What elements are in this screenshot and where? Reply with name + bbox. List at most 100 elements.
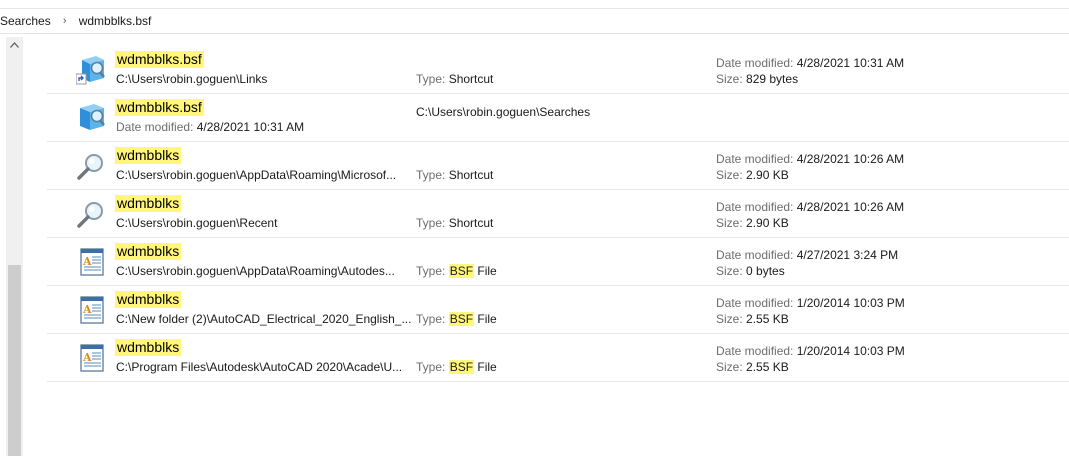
list-item[interactable]: wdmbblks C:\Users\robin.goguen\AppData\R…	[47, 142, 1069, 190]
search-results-list: wdmbblks.bsf C:\Users\robin.goguen\Links…	[47, 46, 1069, 382]
vertical-scrollbar[interactable]	[6, 37, 23, 456]
item-type: Type: BSF File	[416, 264, 497, 278]
item-date-modified: Date modified: 4/28/2021 10:31 AM	[116, 120, 304, 134]
type-value: Shortcut	[448, 72, 494, 86]
svg-text:A: A	[82, 255, 92, 268]
item-type: Type: Shortcut	[416, 216, 493, 230]
item-type: Type: BSF File	[416, 360, 497, 374]
size-label: Size:	[716, 360, 743, 374]
list-item[interactable]: A wdmbblks C:\Program Files\Autodesk\Aut…	[47, 334, 1069, 382]
size-label: Size:	[716, 168, 743, 182]
saved-search-icon	[76, 102, 108, 134]
date-value: 4/28/2021 10:31 AM	[796, 56, 905, 70]
list-item[interactable]: wdmbblks.bsf C:\Users\robin.goguen\Links…	[47, 46, 1069, 94]
list-item[interactable]: wdmbblks.bsf Date modified: 4/28/2021 10…	[47, 94, 1069, 142]
item-size: Size: 0 bytes	[716, 264, 785, 278]
item-date-modified: Date modified: 4/28/2021 10:26 AM	[716, 200, 904, 214]
document-icon: A	[76, 246, 108, 278]
size-value: 2.55 KB	[746, 312, 789, 326]
type-label: Type:	[416, 312, 446, 326]
document-icon: A	[76, 294, 108, 326]
date-value: 4/28/2021 10:26 AM	[796, 152, 905, 166]
type-value: File	[474, 264, 497, 278]
item-name[interactable]: wdmbblks.bsf	[115, 51, 204, 68]
item-name[interactable]: wdmbblks	[115, 147, 182, 164]
type-value: File	[474, 312, 497, 326]
list-item[interactable]: wdmbblks C:\Users\robin.goguen\Recent Ty…	[47, 190, 1069, 238]
type-value: Shortcut	[448, 216, 494, 230]
item-name[interactable]: wdmbblks	[115, 243, 182, 260]
item-location: C:\Users\robin.goguen\Searches	[416, 105, 591, 119]
type-label: Type:	[416, 216, 446, 230]
address-bar-edge	[0, 0, 1069, 9]
chevron-right-icon[interactable]: ›	[51, 15, 79, 27]
size-label: Size:	[716, 264, 743, 278]
magnifier-icon	[76, 198, 108, 230]
size-label: Size:	[716, 216, 743, 230]
item-size: Size: 829 bytes	[716, 72, 798, 86]
svg-text:A: A	[82, 303, 92, 316]
item-type: Type: BSF File	[416, 312, 497, 326]
item-date-modified: Date modified: 4/28/2021 10:31 AM	[716, 56, 904, 70]
item-path: C:\Users\robin.goguen\AppData\Roaming\Au…	[116, 264, 395, 278]
type-label: Type:	[416, 72, 446, 86]
breadcrumb: Searches › wdmbblks.bsf	[0, 9, 1069, 34]
list-item[interactable]: A wdmbblks C:\Users\robin.goguen\AppData…	[47, 238, 1069, 286]
date-label: Date modified:	[716, 248, 794, 262]
document-icon: A	[76, 342, 108, 374]
size-value: 2.90 KB	[746, 168, 789, 182]
date-value: 4/27/2021 3:24 PM	[796, 248, 899, 262]
item-path: C:\Users\robin.goguen\Links	[116, 72, 268, 86]
size-label: Size:	[716, 312, 743, 326]
size-value: 0 bytes	[746, 264, 785, 278]
svg-text:A: A	[82, 351, 92, 364]
type-highlight: BSF	[448, 312, 475, 326]
item-size: Size: 2.55 KB	[716, 360, 789, 374]
type-label: Type:	[416, 360, 446, 374]
item-path: C:\New folder (2)\AutoCAD_Electrical_202…	[116, 312, 412, 326]
list-item[interactable]: A wdmbblks C:\New folder (2)\AutoCAD_Ele…	[47, 286, 1069, 334]
date-value: 1/20/2014 10:03 PM	[796, 344, 905, 358]
scroll-up-button[interactable]	[6, 37, 23, 54]
type-highlight: BSF	[448, 264, 475, 278]
type-label: Type:	[416, 168, 446, 182]
item-size: Size: 2.90 KB	[716, 168, 789, 182]
date-value: 4/28/2021 10:26 AM	[796, 200, 905, 214]
date-value: 1/20/2014 10:03 PM	[796, 296, 905, 310]
item-date-modified: Date modified: 1/20/2014 10:03 PM	[716, 344, 905, 358]
type-label: Type:	[416, 264, 446, 278]
date-value: 4/28/2021 10:31 AM	[196, 120, 305, 134]
item-size: Size: 2.55 KB	[716, 312, 789, 326]
item-path: C:\Users\robin.goguen\Recent	[116, 216, 278, 230]
date-label: Date modified:	[116, 120, 194, 134]
type-value: File	[474, 360, 497, 374]
item-path: C:\Program Files\Autodesk\AutoCAD 2020\A…	[116, 360, 403, 374]
item-type: Type: Shortcut	[416, 168, 493, 182]
item-date-modified: Date modified: 4/27/2021 3:24 PM	[716, 248, 898, 262]
item-name[interactable]: wdmbblks	[115, 291, 182, 308]
item-name[interactable]: wdmbblks	[115, 339, 182, 356]
breadcrumb-current[interactable]: wdmbblks.bsf	[79, 14, 152, 28]
item-type: Type: Shortcut	[416, 72, 493, 86]
item-date-modified: Date modified: 1/20/2014 10:03 PM	[716, 296, 905, 310]
date-label: Date modified:	[716, 200, 794, 214]
size-value: 2.55 KB	[746, 360, 789, 374]
date-label: Date modified:	[716, 152, 794, 166]
item-name[interactable]: wdmbblks	[115, 195, 182, 212]
chevron-up-icon	[10, 42, 19, 48]
type-value: Shortcut	[448, 168, 494, 182]
magnifier-icon	[76, 150, 108, 182]
item-name[interactable]: wdmbblks.bsf	[115, 99, 204, 116]
date-label: Date modified:	[716, 296, 794, 310]
date-label: Date modified:	[716, 344, 794, 358]
breadcrumb-searches[interactable]: Searches	[0, 14, 51, 28]
item-path: C:\Users\robin.goguen\AppData\Roaming\Mi…	[116, 168, 397, 182]
date-label: Date modified:	[716, 56, 794, 70]
item-size: Size: 2.90 KB	[716, 216, 789, 230]
size-value: 829 bytes	[746, 72, 799, 86]
search-shortcut-icon	[75, 54, 108, 86]
scroll-thumb[interactable]	[8, 265, 21, 456]
size-value: 2.90 KB	[746, 216, 789, 230]
size-label: Size:	[716, 72, 743, 86]
type-highlight: BSF	[448, 360, 475, 374]
